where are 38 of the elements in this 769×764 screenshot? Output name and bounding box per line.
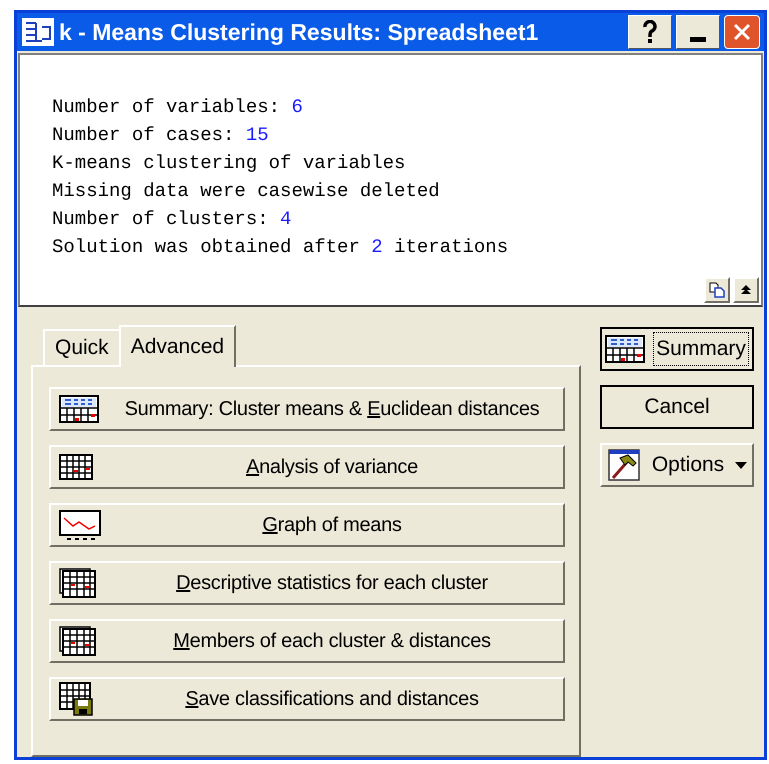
line-graph-icon [59, 510, 101, 540]
output-line: K-means clustering of variables [52, 151, 406, 176]
action-button[interactable]: Analysis of variance [49, 445, 565, 489]
table-icon [59, 454, 93, 480]
output-line: Solution was obtained after 2 iterations [52, 235, 508, 260]
action-button[interactable]: Summary: Cluster means & Euclidean distances [49, 387, 565, 431]
dialog-button[interactable]: Cancel [600, 385, 754, 429]
output-line: Number of cases: 15 [52, 123, 269, 148]
minimize-button[interactable] [676, 15, 720, 50]
help-button[interactable] [628, 15, 672, 50]
dropdown-caret-icon [735, 462, 748, 468]
window-title: k - Means Clustering Results: Spreadsheet1 [59, 18, 540, 47]
help-icon [642, 20, 658, 44]
window-icon[interactable] [21, 17, 55, 48]
action-button[interactable]: Save classifications and distances [49, 677, 565, 721]
hammer-icon [606, 448, 641, 482]
action-button[interactable]: Members of each cluster & distances [49, 619, 565, 663]
output-line: Number of variables: 6 [52, 95, 303, 120]
stacked-tables-icon [59, 568, 97, 598]
table-with-disk-icon [59, 682, 93, 716]
tab[interactable]: Quick [43, 329, 119, 365]
collapse-button[interactable] [733, 277, 759, 303]
action-button[interactable]: Graph of means [49, 503, 565, 547]
up-arrow-icon [741, 285, 751, 295]
dialog-button[interactable]: Summary [600, 327, 754, 371]
table-icon [59, 395, 99, 423]
table-icon [605, 335, 646, 363]
stacked-tables-icon [59, 626, 97, 656]
tab[interactable]: Advanced [118, 325, 236, 367]
minimize-icon [690, 37, 706, 42]
close-button[interactable] [724, 15, 760, 50]
options-menu-button[interactable]: Options [600, 443, 754, 487]
copy-icon [709, 282, 725, 298]
output-line: Missing data were casewise deleted [52, 179, 440, 204]
copy-button[interactable] [704, 277, 730, 303]
output-line: Number of clusters: 4 [52, 207, 292, 232]
close-icon [733, 23, 751, 42]
action-button[interactable]: Descriptive statistics for each cluster [49, 561, 565, 605]
